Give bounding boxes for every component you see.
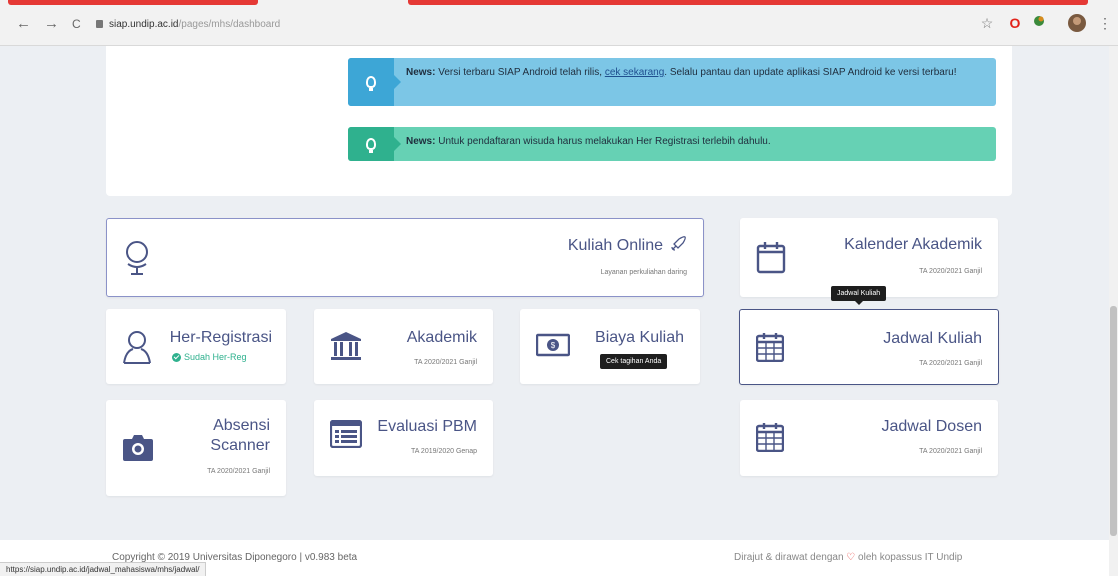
check-now-link[interactable]: cek sekarang xyxy=(605,67,664,78)
check-icon xyxy=(172,352,181,362)
camera-icon xyxy=(123,435,153,461)
status-text: Sudah Her-Reg xyxy=(184,352,247,362)
forward-button[interactable]: → xyxy=(44,16,59,32)
heart-icon: ♡ xyxy=(846,552,856,563)
news-text: Versi terbaru SIAP Android telah rilis, xyxy=(438,67,603,78)
scrollbar-thumb[interactable] xyxy=(1110,306,1117,536)
browser-menu-icon[interactable]: ⋮ xyxy=(1096,14,1114,32)
credit-text: Dirajut & dirawat dengan ♡ oleh kopassus… xyxy=(734,552,962,563)
card-subtitle: TA 2020/2021 Ganjil xyxy=(207,468,270,475)
money-icon: $ xyxy=(536,333,570,357)
extension-icon[interactable] xyxy=(1030,14,1048,32)
news-label: News: xyxy=(406,67,436,78)
card-kuliah-online[interactable]: Kuliah Online Layanan perkuliahan daring xyxy=(106,218,704,297)
card-jadwal-kuliah[interactable]: Jadwal Kuliah TA 2020/2021 Ganjil xyxy=(739,309,999,385)
credit-suffix: oleh kopassus IT Undip xyxy=(858,552,963,563)
news-label: News: xyxy=(406,136,436,147)
news-text: Untuk pendaftaran wisuda harus melakukan… xyxy=(438,136,771,147)
card-title: Akademik xyxy=(406,329,477,346)
url-host: siap.undip.ac.id xyxy=(109,19,179,30)
tooltip-jadwal-kuliah: Jadwal Kuliah xyxy=(831,286,887,305)
card-title: Absensi Scanner xyxy=(210,416,270,456)
card-title: Kalender Akademik xyxy=(844,236,982,253)
rocket-icon xyxy=(671,236,686,251)
card-her-registrasi[interactable]: Her-Registrasi Sudah Her-Reg xyxy=(106,309,286,384)
card-title: Jadwal Kuliah xyxy=(883,330,982,347)
scrollbar[interactable] xyxy=(1109,46,1118,576)
news-panel: News: Versi terbaru SIAP Android telah r… xyxy=(106,46,1012,196)
status-bar-url: https://siap.undip.ac.id/jadwal_mahasisw… xyxy=(0,562,207,576)
card-title-line: Scanner xyxy=(210,437,270,454)
card-subtitle: TA 2020/2021 Ganjil xyxy=(919,448,982,455)
tab-indicator-right xyxy=(408,0,1088,5)
reload-button[interactable]: C xyxy=(72,16,81,32)
globe-icon xyxy=(126,241,148,275)
card-subtitle: TA 2020/2021 Ganjil xyxy=(919,360,982,367)
card-biaya-kuliah[interactable]: $ Biaya Kuliah Cek tagihan Anda xyxy=(520,309,700,384)
card-evaluasi-pbm[interactable]: Evaluasi PBM TA 2019/2020 Genap xyxy=(314,400,493,476)
address-bar[interactable]: siap.undip.ac.id/pages/mhs/dashboard xyxy=(96,14,956,36)
news-alert-wisuda: News: Untuk pendaftaran wisuda harus mel… xyxy=(348,127,996,161)
back-button[interactable]: ← xyxy=(16,16,31,32)
bookmark-star-icon[interactable]: ☆ xyxy=(978,14,996,32)
card-title-line: Absensi xyxy=(213,417,270,434)
card-title: Kuliah Online xyxy=(567,237,663,254)
lightbulb-icon xyxy=(348,127,401,161)
tab-indicator-left xyxy=(8,0,258,5)
card-jadwal-dosen[interactable]: Jadwal Dosen TA 2020/2021 Ganjil xyxy=(740,400,998,476)
calendar-grid-icon xyxy=(756,333,784,362)
status-badge: Sudah Her-Reg xyxy=(172,352,247,362)
card-akademik[interactable]: Akademik TA 2020/2021 Ganjil xyxy=(314,309,493,384)
svg-text:$: $ xyxy=(551,341,556,350)
lightbulb-icon xyxy=(348,58,401,106)
card-title: Her-Registrasi xyxy=(169,329,272,346)
lock-icon xyxy=(96,20,103,28)
card-title: Evaluasi PBM xyxy=(377,418,477,435)
profile-avatar[interactable] xyxy=(1068,14,1086,32)
card-title: Biaya Kuliah xyxy=(595,329,684,346)
calendar-icon xyxy=(756,242,786,274)
news-alert-android: News: Versi terbaru SIAP Android telah r… xyxy=(348,58,996,106)
card-subtitle: TA 2019/2020 Genap xyxy=(410,448,477,455)
news-text-after: . Selalu pantau dan update aplikasi SIAP… xyxy=(664,67,957,78)
bank-icon xyxy=(331,332,361,360)
tooltip-cek-tagihan: Cek tagihan Anda xyxy=(600,354,668,369)
card-title: Jadwal Dosen xyxy=(881,418,983,435)
credit-prefix: Dirajut & dirawat dengan xyxy=(734,552,844,563)
calendar-grid-icon xyxy=(756,423,784,452)
list-icon xyxy=(330,420,362,448)
url-path: /pages/mhs/dashboard xyxy=(178,19,281,30)
opera-icon[interactable]: O xyxy=(1006,14,1024,32)
user-icon xyxy=(123,331,151,364)
browser-toolbar: ← → C siap.undip.ac.id/pages/mhs/dashboa… xyxy=(0,0,1118,46)
card-subtitle: TA 2020/2021 Ganjil xyxy=(919,268,982,275)
card-subtitle: Layanan perkuliahan daring xyxy=(600,269,687,276)
card-absensi-scanner[interactable]: Absensi Scanner TA 2020/2021 Ganjil xyxy=(106,400,286,496)
card-subtitle: TA 2020/2021 Ganjil xyxy=(414,359,477,366)
